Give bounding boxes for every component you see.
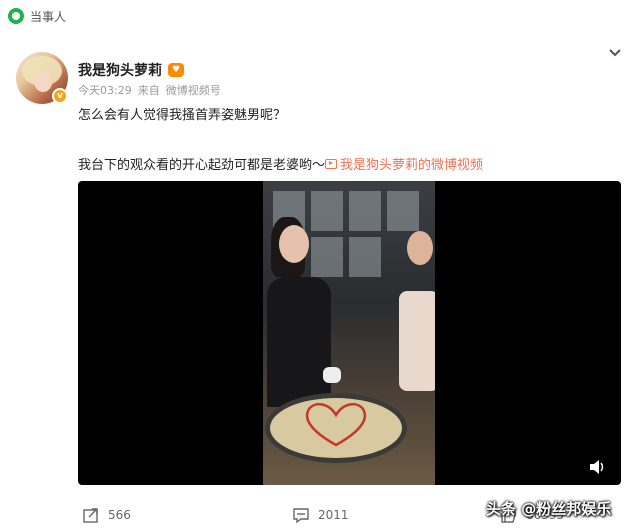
window-pane xyxy=(349,191,381,231)
username-row: 我是狗头萝莉 ♥ xyxy=(78,60,184,80)
second-person-head xyxy=(407,231,433,265)
chevron-down-icon[interactable] xyxy=(606,44,624,62)
video-player[interactable] xyxy=(78,181,621,485)
post-time: 今天03:29 xyxy=(78,84,132,97)
verified-badge-icon: v xyxy=(52,88,68,104)
app-logo-icon xyxy=(8,8,24,24)
video-link[interactable]: 我是狗头萝莉的微博视频 xyxy=(325,154,483,173)
post-meta: 今天03:29 来自 微博视频号 xyxy=(78,82,221,98)
window-pane xyxy=(349,237,381,277)
vip-icon: ♥ xyxy=(168,63,184,77)
video-link-label: 我是狗头萝莉的微博视频 xyxy=(340,158,484,173)
video-frame xyxy=(263,181,435,485)
window-pane xyxy=(387,191,419,231)
repost-icon xyxy=(83,508,98,523)
ketchup-heart xyxy=(305,402,367,447)
woman-body xyxy=(267,277,331,407)
username[interactable]: 我是狗头萝莉 xyxy=(78,60,162,80)
post-text-line1: 怎么会有人觉得我搔首弄姿魅男呢？ xyxy=(78,108,287,123)
avatar-face xyxy=(34,72,52,92)
post-text-line2-body: 我台下的观众看的开心起劲可都是老婆哟～ xyxy=(78,158,326,173)
post-source[interactable]: 微博视频号 xyxy=(166,82,221,98)
repost-button[interactable]: 566 xyxy=(82,506,131,524)
comment-icon xyxy=(293,508,309,524)
second-person xyxy=(399,231,435,391)
app-brand: 当事人 xyxy=(30,9,67,24)
woman-head xyxy=(279,225,309,263)
woman-figure xyxy=(267,217,341,407)
repost-count: 566 xyxy=(108,508,131,522)
watermark: 头条 @粉丝邦娱乐 xyxy=(486,500,612,518)
top-bar: 当事人 xyxy=(8,6,66,26)
comment-count: 2011 xyxy=(318,508,349,522)
volume-icon[interactable] xyxy=(589,459,607,475)
post-text-line2: 我台下的观众看的开心起劲可都是老婆哟～ 我是狗头萝莉的微博视频 xyxy=(78,154,483,173)
source-prefix: 来自 xyxy=(137,84,160,97)
comment-button[interactable]: 2011 xyxy=(292,506,349,524)
video-link-icon xyxy=(325,158,338,169)
second-person-body xyxy=(399,291,435,391)
woman-glove xyxy=(323,367,341,383)
